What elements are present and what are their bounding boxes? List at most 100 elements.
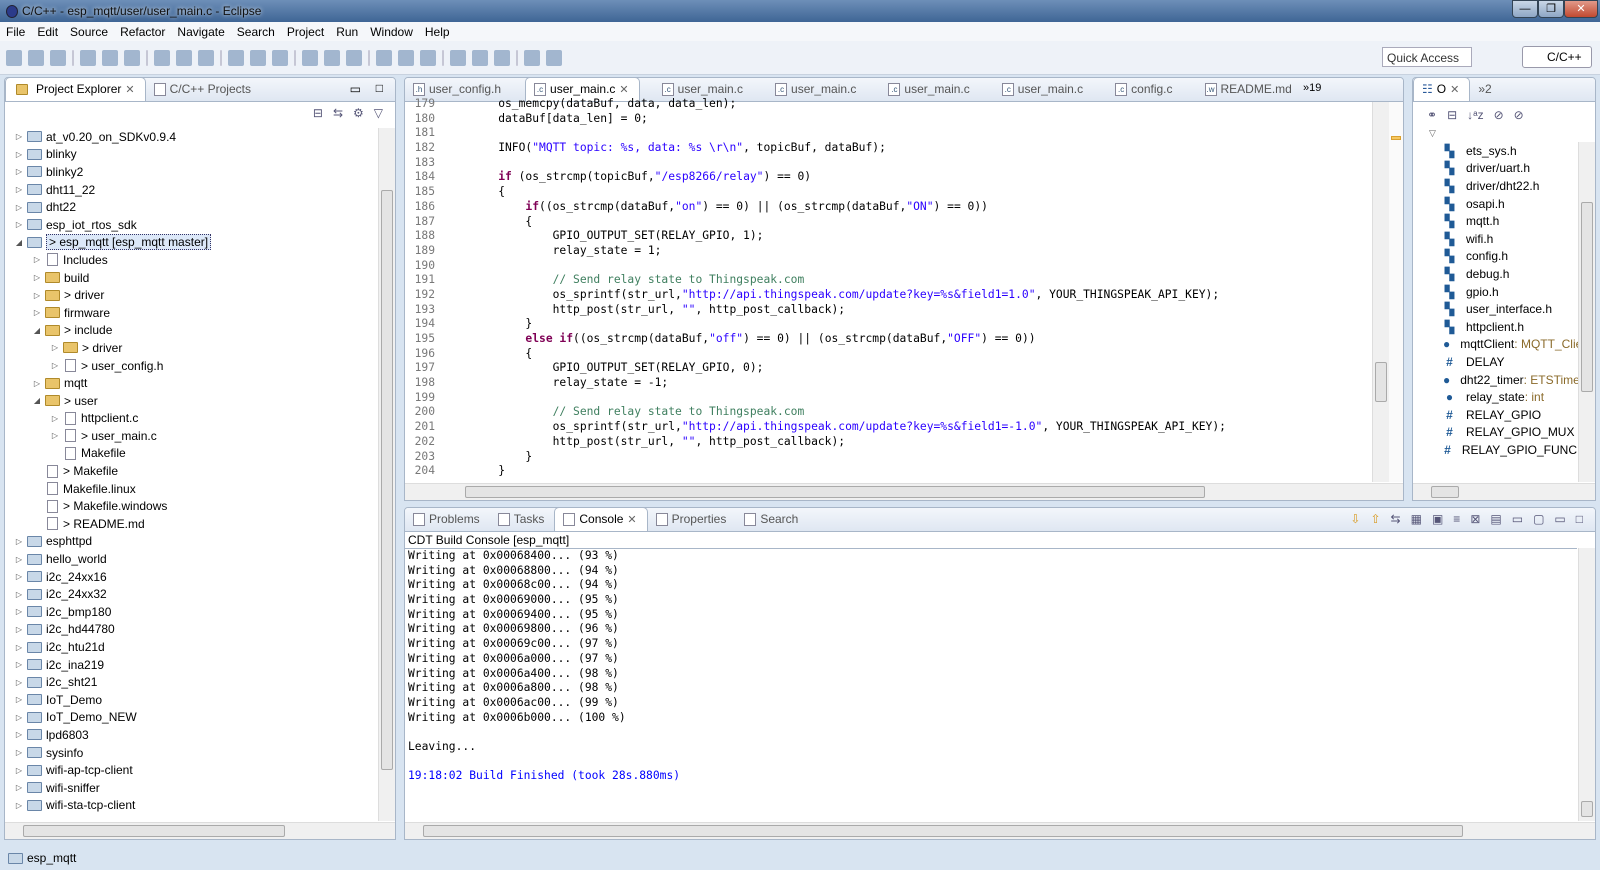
tree-item[interactable]: ◢ > esp_mqtt [esp_mqtt master] <box>5 234 377 252</box>
toolbar-button-icon[interactable] <box>250 49 266 66</box>
tree-item[interactable]: ▷ > user_config.h <box>5 357 377 375</box>
collapsed-arrow-icon[interactable]: ▷ <box>31 308 43 317</box>
explorer-vertical-scrollbar[interactable] <box>378 128 395 821</box>
editor-horizontal-scrollbar[interactable] <box>405 483 1403 500</box>
outline-item[interactable]: ▚ user_interface.h <box>1413 300 1577 318</box>
outline-horizontal-scrollbar[interactable] <box>1413 483 1595 500</box>
tab-project-explorer[interactable]: Project Explorer ✕ <box>5 78 146 101</box>
collapsed-arrow-icon[interactable]: ▷ <box>13 643 25 652</box>
quick-access-input[interactable]: Quick Access <box>1382 47 1472 67</box>
collapsed-arrow-icon[interactable]: ▷ <box>13 730 25 739</box>
toolbar-button-icon[interactable] <box>294 49 296 66</box>
console-horizontal-scrollbar[interactable] <box>405 822 1595 839</box>
editor-vertical-scrollbar[interactable] <box>1372 102 1389 482</box>
collapsed-arrow-icon[interactable]: ▷ <box>13 695 25 704</box>
menu-file[interactable]: File <box>0 25 31 39</box>
scroll-down-icon[interactable]: ⇩ <box>1350 512 1360 526</box>
outline-item[interactable]: ▚ driver/dht22.h <box>1413 177 1577 195</box>
menu-run[interactable]: Run <box>330 25 364 39</box>
tab-cpp-projects[interactable]: C/C++ Projects <box>146 78 261 101</box>
new-console-icon[interactable]: ▢ <box>1533 512 1544 526</box>
tab-properties[interactable]: Properties <box>648 508 737 531</box>
code-editor[interactable]: 179 os_memcpy(dataBuf, data, data_len); 1… <box>405 97 1371 482</box>
toolbar-button-icon[interactable] <box>146 49 148 66</box>
outline-item[interactable]: # RELAY_GPIO_MUX <box>1413 424 1577 442</box>
toolbar-button-icon[interactable] <box>516 49 518 66</box>
collapsed-arrow-icon[interactable]: ▷ <box>13 590 25 599</box>
tree-item[interactable]: ▷ i2c_htu21d <box>5 638 377 656</box>
close-icon[interactable]: ✕ <box>627 513 636 526</box>
outline-item[interactable]: # RELAY_GPIO <box>1413 406 1577 424</box>
outline-item[interactable]: ▚ mqtt.h <box>1413 212 1577 230</box>
toolbar-button-icon[interactable] <box>546 49 562 66</box>
pin-icon[interactable]: ▣ <box>1432 512 1443 526</box>
word-wrap-icon[interactable]: ≡ <box>1453 512 1460 526</box>
toolbar-button-icon[interactable] <box>442 49 444 66</box>
sort-icon[interactable]: ↓ᵃz <box>1467 108 1483 122</box>
collapsed-arrow-icon[interactable]: ▷ <box>31 291 43 300</box>
console-vertical-scrollbar[interactable] <box>1578 548 1595 821</box>
collapsed-arrow-icon[interactable]: ▷ <box>13 185 25 194</box>
menu-edit[interactable]: Edit <box>31 25 64 39</box>
maximize-icon[interactable]: □ <box>1576 512 1583 526</box>
collapsed-arrow-icon[interactable]: ▷ <box>13 537 25 546</box>
maximize-button[interactable]: ❐ <box>1538 0 1564 18</box>
collapsed-arrow-icon[interactable]: ▷ <box>13 572 25 581</box>
outline-item[interactable]: ▚ wifi.h <box>1413 230 1577 248</box>
tree-item[interactable]: ▷ sysinfo <box>5 744 377 762</box>
toolbar-button-icon[interactable] <box>420 49 436 66</box>
expanded-arrow-icon[interactable]: ◢ <box>31 396 43 405</box>
tree-item[interactable]: > Makefile <box>5 462 377 480</box>
tree-item[interactable]: ▷ i2c_bmp180 <box>5 603 377 621</box>
view-menu-icon[interactable]: ▽ <box>374 106 383 120</box>
toolbar-button-icon[interactable] <box>398 49 414 66</box>
tree-item[interactable]: ▷ i2c_24xx16 <box>5 568 377 586</box>
toolbar-button-icon[interactable] <box>376 49 392 66</box>
toolbar-button-icon[interactable] <box>176 49 192 66</box>
tree-item[interactable]: ▷ hello_world <box>5 550 377 568</box>
toolbar-button-icon[interactable] <box>324 49 340 66</box>
collapse-icon[interactable]: ⊟ <box>1447 108 1457 122</box>
collapsed-arrow-icon[interactable]: ▷ <box>13 678 25 687</box>
collapsed-arrow-icon[interactable]: ▷ <box>13 167 25 176</box>
collapse-all-icon[interactable]: ⊟ <box>313 106 323 120</box>
collapsed-arrow-icon[interactable]: ▷ <box>13 203 25 212</box>
tree-item[interactable]: ▷ wifi-ap-tcp-client <box>5 761 377 779</box>
tree-item[interactable]: Makefile.linux <box>5 480 377 498</box>
hide-fields-icon[interactable]: ⊘ <box>1494 108 1504 122</box>
more-views-button[interactable]: »2 <box>1470 78 1501 101</box>
group-icon[interactable]: ⚭ <box>1427 108 1437 122</box>
minimize-icon[interactable]: ▭ <box>1554 512 1565 526</box>
menu-help[interactable]: Help <box>419 25 456 39</box>
tree-item[interactable]: ▷ blinky <box>5 146 377 164</box>
more-tabs-button[interactable]: »19 <box>1303 82 1321 94</box>
tree-item[interactable]: ▷ mqtt <box>5 374 377 392</box>
clear-icon[interactable]: ▦ <box>1411 512 1422 526</box>
tree-item[interactable]: ▷ blinky2 <box>5 163 377 181</box>
collapsed-arrow-icon[interactable]: ▷ <box>13 748 25 757</box>
menu-search[interactable]: Search <box>231 25 281 39</box>
collapsed-arrow-icon[interactable]: ▷ <box>31 255 43 264</box>
hide-static-icon[interactable]: ⊘ <box>1514 108 1524 122</box>
tree-item[interactable]: ▷ Includes <box>5 251 377 269</box>
tree-item[interactable]: ◢ > user <box>5 392 377 410</box>
display-console-icon[interactable]: ▭ <box>1512 512 1523 526</box>
collapsed-arrow-icon[interactable]: ▷ <box>13 801 25 810</box>
toolbar-button-icon[interactable] <box>124 49 140 66</box>
outline-item[interactable]: ▚ ets_sys.h <box>1413 142 1577 160</box>
tree-item[interactable]: > README.md <box>5 515 377 533</box>
tree-item[interactable]: ▷ IoT_Demo <box>5 691 377 709</box>
tree-item[interactable]: ▷ dht11_22 <box>5 181 377 199</box>
expand-icon[interactable]: ▽ <box>1429 128 1436 139</box>
menu-window[interactable]: Window <box>364 25 419 39</box>
link-editor-icon[interactable]: ⇆ <box>333 106 343 120</box>
tree-item[interactable]: ▷ > driver <box>5 339 377 357</box>
collapsed-arrow-icon[interactable]: ▷ <box>49 414 61 423</box>
outline-item[interactable]: ▚ gpio.h <box>1413 283 1577 301</box>
menu-project[interactable]: Project <box>281 25 330 39</box>
console-output[interactable]: Writing at 0x00068400... (93 %) Writing a… <box>405 548 1577 821</box>
collapsed-arrow-icon[interactable]: ▷ <box>31 379 43 388</box>
tab-problems[interactable]: Problems <box>405 508 490 531</box>
outline-item[interactable]: ▚ config.h <box>1413 248 1577 266</box>
collapsed-arrow-icon[interactable]: ▷ <box>13 660 25 669</box>
